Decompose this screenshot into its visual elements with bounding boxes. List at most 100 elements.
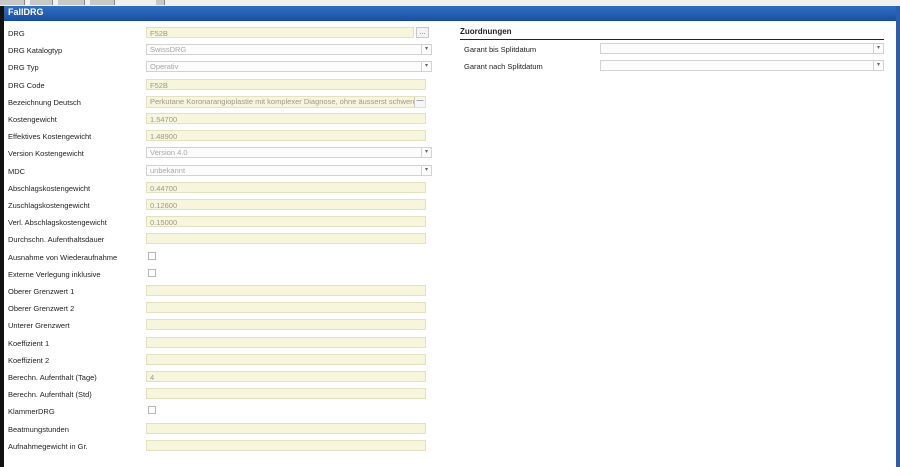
section-title: Zuordnungen: [460, 27, 512, 36]
toolbar-tab[interactable]: [0, 0, 25, 5]
field-row: Externe Verlegung inklusive: [4, 268, 434, 281]
chevron-down-icon[interactable]: ▾: [421, 148, 431, 158]
field-row: Version Kostengewicht Version 4.0 ▾: [4, 147, 434, 160]
text-field[interactable]: [146, 422, 426, 434]
garant-nach-select[interactable]: ▾: [600, 60, 884, 71]
field-label: Garant bis Splitdatum: [464, 45, 537, 54]
text-field[interactable]: 0.44700: [146, 181, 426, 193]
field-row: Effektives Kostengewicht 1.48900: [4, 130, 434, 143]
section-heading-zuordnungen: Zuordnungen: [460, 27, 884, 40]
field-row: Zuschlagskostengewicht 0.12600: [4, 199, 434, 212]
field-row: Ausnahme von Wiederaufnahme: [4, 251, 434, 264]
text-field[interactable]: [146, 336, 426, 348]
field-label: Verl. Abschlagskostengewicht: [8, 218, 107, 228]
description-textarea[interactable]: Perkutane Koronarangioplastie mit komple…: [146, 95, 426, 108]
toolbar-tab[interactable]: [90, 0, 115, 5]
text-field[interactable]: [146, 353, 426, 365]
select-value: Operativ: [150, 62, 179, 72]
toolbar-tab[interactable]: [156, 0, 165, 5]
field-row: Oberer Grenzwert 1: [4, 285, 434, 298]
field-row: Berechn. Aufenthalt (Tage) 4: [4, 371, 434, 384]
text-field[interactable]: [146, 285, 426, 296]
field-label: Berechn. Aufenthalt (Tage): [8, 373, 97, 382]
field-row: Durchschn. Aufenthaltsdauer: [4, 233, 434, 246]
checkbox[interactable]: [148, 251, 156, 260]
field-label: Effektives Kostengewicht: [8, 132, 92, 142]
select-field[interactable]: Version 4.0 ▾: [146, 147, 432, 159]
field-label: Unterer Grenzwert: [8, 321, 70, 331]
field-row: Oberer Grenzwert 2: [4, 302, 434, 315]
select-value: Version 4.0: [150, 148, 188, 158]
field-label: Garant nach Splitdatum: [464, 62, 543, 71]
text-field[interactable]: 1.48900: [146, 130, 426, 142]
chevron-down-icon[interactable]: ▾: [873, 61, 883, 70]
text-field[interactable]: [146, 233, 426, 245]
text-field[interactable]: [146, 319, 426, 331]
field-row: DRG Code F52B: [4, 78, 434, 92]
text-field[interactable]: [146, 302, 426, 314]
field-label: Kostengewicht: [8, 115, 57, 124]
field-label: DRG Typ: [8, 63, 39, 73]
field-row: Abschlagskostengewicht 0.44700: [4, 181, 434, 195]
field-row: MDC unbekannt ▾: [4, 164, 434, 178]
select-field[interactable]: Operativ ▾: [146, 61, 432, 73]
field-row: Koeffizient 2: [4, 353, 434, 367]
chevron-down-icon[interactable]: ▾: [421, 62, 431, 72]
checkbox[interactable]: [148, 406, 156, 415]
text-field[interactable]: 0.12600: [146, 199, 426, 210]
field-label: Zuschlagskostengewicht: [8, 201, 90, 210]
toolbar-tab[interactable]: [30, 0, 53, 5]
expand-icon[interactable]: —: [414, 96, 425, 107]
select-field[interactable]: unbekannt ▾: [146, 164, 432, 176]
field-label: Externe Verlegung inklusive: [8, 269, 101, 279]
text-field[interactable]: 0.15000: [146, 216, 426, 228]
window-title: FallDRG: [8, 7, 44, 17]
garant-bis-select[interactable]: ▾: [600, 43, 884, 54]
field-row: KlammerDRG: [4, 405, 434, 418]
field-row: Berechn. Aufenthalt (Std): [4, 388, 434, 401]
field-row: Koeffizient 1: [4, 336, 434, 350]
field-label: MDC: [8, 166, 26, 176]
select-value: unbekannt: [150, 165, 186, 175]
text-field[interactable]: F52B: [146, 27, 414, 38]
lookup-button[interactable]: …: [416, 27, 429, 38]
chevron-down-icon[interactable]: ▾: [421, 165, 431, 175]
select-value: SwissDRG: [150, 45, 187, 55]
field-row: Aufnahmegewicht in Gr.: [4, 439, 434, 453]
chevron-down-icon[interactable]: ▾: [421, 45, 431, 55]
field-label: KlammerDRG: [8, 407, 55, 417]
checkbox[interactable]: [148, 268, 156, 277]
text-field[interactable]: [146, 439, 426, 451]
text-field[interactable]: [146, 388, 426, 400]
field-row: Unterer Grenzwert: [4, 319, 434, 332]
field-label: DRG: [8, 29, 25, 38]
field-label: Aufnahmegewicht in Gr.: [8, 441, 88, 451]
field-row-garant-nach: Garant nach Splitdatum ▾: [460, 60, 890, 73]
field-label: Oberer Grenzwert 2: [8, 304, 75, 314]
field-row: DRG Typ Operativ ▾: [4, 61, 434, 74]
text-field[interactable]: 4: [146, 371, 426, 382]
field-label: Koeffizient 2: [8, 355, 50, 365]
field-label: Berechn. Aufenthalt (Std): [8, 390, 92, 400]
text-field[interactable]: 1.54700: [146, 113, 426, 124]
field-row: Bezeichnung Deutsch Perkutane Koronarangi…: [4, 95, 434, 109]
field-row: Beatmungstunden: [4, 422, 434, 436]
field-row: Verl. Abschlagskostengewicht 0.15000: [4, 216, 434, 229]
field-label: Oberer Grenzwert 1: [8, 287, 75, 296]
field-label: Version Kostengewicht: [8, 149, 84, 159]
field-label: Beatmungstunden: [8, 424, 69, 434]
toolbar-tab[interactable]: [58, 0, 85, 5]
right-edge: [896, 6, 900, 467]
window-titlebar: FallDRG: [4, 6, 896, 21]
field-label: Abschlagskostengewicht: [8, 183, 91, 193]
chevron-down-icon[interactable]: ▾: [873, 44, 883, 53]
select-field[interactable]: SwissDRG ▾: [146, 44, 432, 56]
field-row: Kostengewicht 1.54700: [4, 113, 434, 126]
text-field[interactable]: F52B: [146, 78, 426, 90]
field-row: DRG F52B…: [4, 27, 434, 40]
field-label: DRG Code: [8, 80, 45, 90]
field-label: Bezeichnung Deutsch: [8, 97, 81, 107]
field-label: Durchschn. Aufenthaltsdauer: [8, 235, 105, 245]
field-row: DRG Katalogtyp SwissDRG ▾: [4, 44, 434, 57]
field-label: Koeffizient 1: [8, 338, 50, 348]
